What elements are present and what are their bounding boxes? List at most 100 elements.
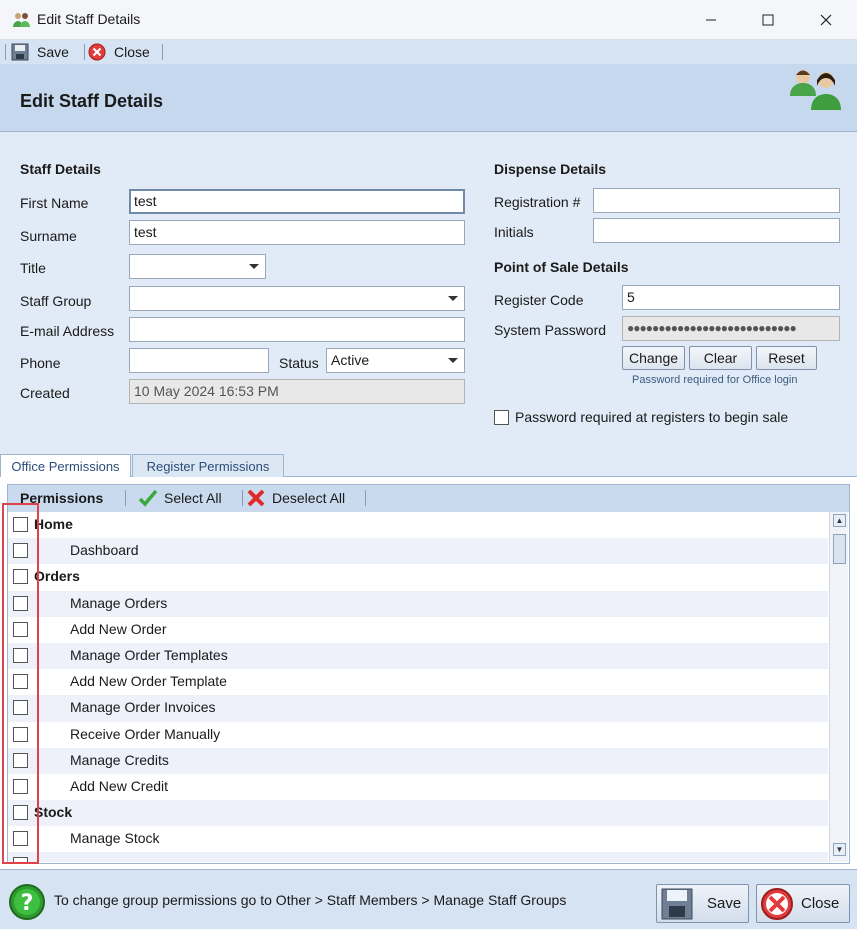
footer-save-label: Save	[707, 895, 742, 912]
maximize-icon	[762, 14, 774, 26]
permission-label: Home	[34, 516, 73, 532]
toolbar: Save Close	[0, 40, 857, 64]
email-field[interactable]	[129, 317, 465, 342]
permission-row: Orders	[8, 564, 828, 590]
red-x-icon	[247, 489, 265, 507]
permissions-tabs: Office Permissions Register Permissions	[0, 450, 857, 478]
first-name-label: First Name	[20, 195, 89, 211]
permission-row: Home	[8, 512, 828, 538]
footer-close-label: Close	[801, 895, 840, 912]
scroll-thumb[interactable]	[833, 534, 846, 564]
permission-label: Manage Order Templates	[70, 646, 228, 663]
status-label: Status	[279, 355, 319, 371]
permission-label: Receive Order Manually	[70, 725, 221, 742]
status-select-value: Active	[331, 352, 370, 368]
deselect-all-button[interactable]: Deselect All	[246, 488, 345, 508]
first-name-field[interactable]: test	[129, 189, 465, 214]
chevron-down-icon	[448, 296, 458, 301]
toolbar-separator	[365, 490, 366, 506]
checkbox-column-highlight	[2, 503, 39, 864]
permission-row: Dashboard	[8, 538, 828, 565]
created-label: Created	[20, 385, 70, 401]
system-password-field: ●●●●●●●●●●●●●●●●●●●●●●●●●●●	[622, 316, 840, 341]
permission-label: Orders	[34, 568, 80, 585]
title-select[interactable]	[129, 254, 266, 279]
permission-row: Stock	[8, 800, 828, 827]
scroll-up-arrow[interactable]: ▲	[833, 514, 846, 527]
phone-field[interactable]	[129, 348, 269, 373]
permission-row: Add New Order Template	[8, 669, 828, 695]
permission-row: Manage Orders	[8, 590, 828, 617]
footer: ? To change group permissions go to Othe…	[0, 869, 857, 929]
reset-password-button[interactable]: Reset	[756, 346, 817, 370]
permission-row: Add New Credit	[8, 774, 828, 800]
permission-label: Manage Stock	[70, 830, 160, 847]
pos-details-heading: Point of Sale Details	[494, 259, 629, 275]
minimize-button[interactable]	[682, 0, 740, 40]
permission-row: Manage Order Invoices	[8, 695, 828, 722]
deselect-all-label: Deselect All	[272, 490, 346, 506]
permission-row: Receive Order Manually	[8, 722, 828, 748]
permission-row	[8, 852, 828, 862]
window-title: Edit Staff Details	[37, 11, 141, 27]
permission-label: Manage Credits	[70, 751, 169, 768]
staff-group-select[interactable]	[129, 286, 465, 311]
select-all-button[interactable]: Select All	[138, 488, 222, 508]
save-icon	[661, 888, 693, 919]
registration-field[interactable]	[593, 188, 840, 213]
change-password-button[interactable]: Change	[622, 346, 685, 370]
maximize-button[interactable]	[739, 0, 797, 40]
window-titlebar: Edit Staff Details	[0, 0, 857, 40]
surname-label: Surname	[20, 228, 77, 244]
tab-register-permissions[interactable]: Register Permissions	[132, 454, 284, 477]
permission-row: Manage Credits	[8, 747, 828, 774]
permission-row: Add New Order	[8, 617, 828, 643]
register-code-field[interactable]: 5	[622, 285, 840, 310]
close-icon	[820, 14, 832, 26]
password-hint: Password required for Office login	[632, 374, 798, 386]
permissions-toolbar: Permissions Select All Deselect All	[8, 485, 849, 512]
tab-office-permissions[interactable]: Office Permissions	[0, 454, 131, 478]
system-password-label: System Password	[494, 322, 607, 338]
toolbar-close-label: Close	[114, 44, 150, 60]
initials-label: Initials	[494, 224, 534, 240]
staff-group-label: Staff Group	[20, 293, 92, 309]
registration-label: Registration #	[494, 194, 581, 210]
permissions-panel: Permissions Select All Deselect All Home…	[0, 477, 857, 869]
scroll-down-arrow[interactable]: ▼	[833, 843, 846, 856]
footer-message: To change group permissions go to Other …	[54, 892, 567, 908]
permissions-list: Home Dashboard Orders Manage Orders Add New …	[8, 512, 828, 862]
permission-label: Manage Orders	[70, 594, 168, 611]
created-field: 10 May 2024 16:53 PM	[129, 379, 465, 404]
minimize-icon	[706, 19, 716, 21]
permissions-scrollbar[interactable]: ▲ ▼	[829, 512, 848, 862]
status-select[interactable]: Active	[326, 348, 465, 373]
permission-row: Manage Order Templates	[8, 642, 828, 670]
close-window-button[interactable]	[797, 0, 855, 40]
register-password-checkbox[interactable]	[494, 410, 509, 425]
staff-members-icon	[790, 70, 841, 110]
chevron-down-icon	[448, 358, 458, 363]
toolbar-save-label: Save	[37, 44, 69, 60]
toolbar-separator	[162, 44, 163, 60]
permission-label: Add New Credit	[70, 777, 169, 794]
toolbar-separator	[242, 490, 243, 506]
permission-label: Add New Order Template	[70, 673, 227, 690]
footer-save-button[interactable]: Save	[656, 884, 749, 923]
staff-details-heading: Staff Details	[20, 161, 101, 177]
initials-field[interactable]	[593, 218, 840, 243]
toolbar-separator	[125, 490, 126, 506]
toolbar-save-button[interactable]: Save	[11, 43, 69, 61]
page-title: Edit Staff Details	[20, 91, 164, 111]
clear-password-button[interactable]: Clear	[689, 346, 752, 370]
footer-close-button[interactable]: Close	[756, 884, 850, 923]
staff-app-icon	[13, 13, 30, 27]
permission-label: Dashboard	[70, 542, 139, 559]
toolbar-close-button[interactable]: Close	[88, 43, 150, 61]
surname-field[interactable]: test	[129, 220, 465, 245]
register-code-label: Register Code	[494, 292, 584, 308]
page-header: Edit Staff Details	[0, 64, 857, 132]
save-icon	[11, 43, 29, 61]
checkmark-icon	[138, 489, 158, 507]
close-circle-icon	[761, 887, 793, 920]
